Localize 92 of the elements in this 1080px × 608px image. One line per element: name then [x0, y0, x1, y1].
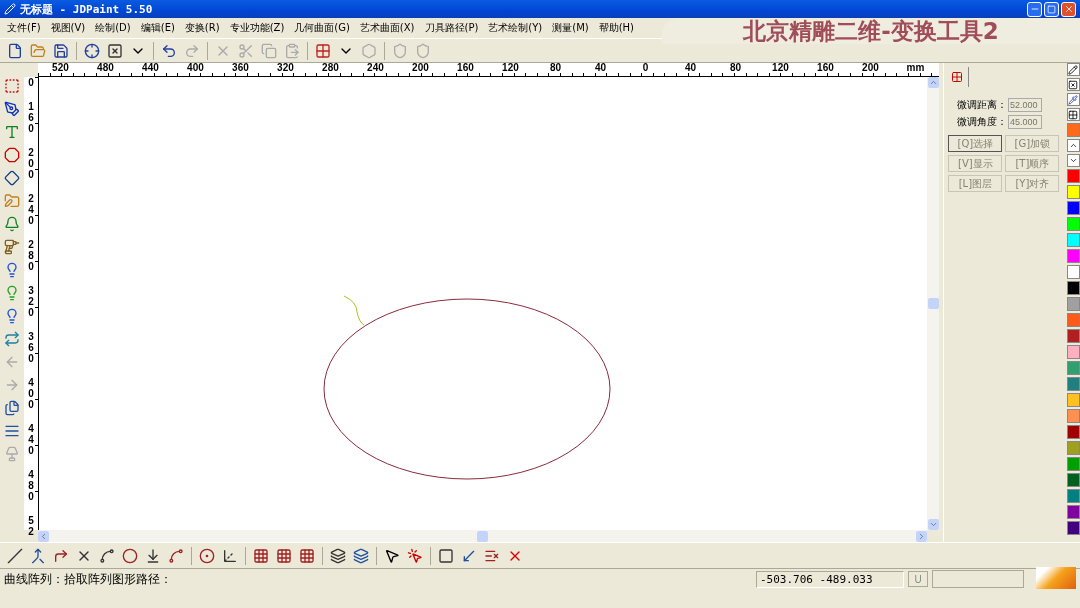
pattern-icon[interactable] — [1066, 108, 1080, 121]
ruler-label: 360 — [231, 63, 250, 75]
app-icon — [4, 3, 16, 15]
color-swatch[interactable] — [1066, 217, 1080, 231]
color-swatch[interactable] — [1066, 281, 1080, 295]
menu-item[interactable]: 专业功能(Z) — [224, 21, 290, 35]
ruler-label: 200 — [27, 147, 35, 182]
eyedropper-icon[interactable] — [1066, 93, 1080, 106]
ruler-label: 240 — [27, 193, 35, 228]
window-title: 无标题 - JDPaint 5.50 — [20, 1, 153, 17]
field-label: 微调角度： — [957, 115, 1008, 129]
color-swatch[interactable] — [1066, 265, 1080, 279]
ruler-label: 120 — [501, 63, 520, 75]
maximize-icon — [1047, 4, 1056, 14]
color-swatch[interactable] — [1066, 201, 1080, 215]
ruler-label: 160 — [456, 63, 475, 75]
color-swatch[interactable] — [1066, 521, 1080, 535]
ruler-label: 320 — [27, 285, 35, 320]
pencil-icon[interactable] — [1066, 63, 1080, 76]
ruler-label: 200 — [411, 63, 430, 75]
ruler-label: 52 — [27, 515, 35, 539]
color-swatch[interactable] — [1066, 441, 1080, 455]
ruler-label: mm — [905, 63, 926, 75]
color-swatch[interactable] — [1066, 169, 1080, 183]
color-swatch[interactable] — [1066, 249, 1080, 263]
coordinates-readout: -503.706 -489.033 — [756, 570, 904, 588]
field-label: 微调距离： — [957, 98, 1008, 112]
scroll-thumb[interactable] — [477, 530, 489, 542]
ruler-label: 400 — [186, 63, 205, 75]
menu-item[interactable]: 测量(M) — [547, 21, 594, 35]
minimize-button[interactable] — [1027, 1, 1042, 17]
menu-item[interactable]: 变换(R) — [179, 21, 225, 35]
ruler-label: 0 — [641, 63, 650, 75]
ruler-label: 440 — [27, 423, 35, 458]
close-icon — [1063, 4, 1074, 14]
ruler-label: 160 — [816, 63, 835, 75]
ruler-label: 40 — [683, 63, 697, 75]
color-swatch[interactable] — [1066, 361, 1080, 375]
color-swatch[interactable] — [1066, 473, 1080, 487]
color-swatch[interactable] — [1066, 489, 1080, 503]
ruler-label: 280 — [27, 239, 35, 274]
status-prompt: 曲线阵列：拾取阵列图形路径： — [4, 570, 173, 588]
menu-item[interactable]: 绘制(D) — [90, 21, 136, 35]
grid-icon — [951, 71, 964, 83]
ruler-label: 400 — [27, 377, 35, 412]
menu-item[interactable]: 编辑(E) — [135, 21, 180, 35]
color-swatch[interactable] — [1066, 329, 1080, 343]
scroll-down-icon[interactable] — [1066, 154, 1080, 167]
maximize-button[interactable] — [1044, 1, 1059, 17]
menu-item[interactable]: 帮助(H) — [593, 21, 640, 35]
menu-item[interactable]: 刀具路径(P) — [419, 21, 484, 35]
color-swatch[interactable] — [1066, 297, 1080, 311]
scroll-thumb[interactable] — [927, 298, 939, 309]
menu-item[interactable]: 艺术绘制(Y) — [483, 21, 548, 35]
ruler-label: 240 — [366, 63, 385, 75]
ruler-label: 120 — [771, 63, 790, 75]
color-swatch[interactable] — [1066, 377, 1080, 391]
menu-item[interactable]: 艺术曲面(X) — [354, 21, 420, 35]
ruler-label: 440 — [141, 63, 160, 75]
ruler-label: 520 — [51, 63, 70, 75]
ruler-label: 480 — [27, 469, 35, 504]
color-swatch[interactable] — [1066, 185, 1080, 199]
vertical-scrollbar[interactable] — [927, 77, 940, 530]
color-swatch[interactable] — [1066, 505, 1080, 519]
ruler-label: 280 — [321, 63, 340, 75]
ruler-label: 80 — [728, 63, 742, 75]
menu-item[interactable]: 视图(V) — [45, 21, 91, 35]
ruler-label: 0 — [27, 77, 35, 90]
color-swatch[interactable] — [1066, 123, 1080, 137]
color-swatch[interactable] — [1066, 457, 1080, 471]
color-swatch[interactable] — [1066, 345, 1080, 359]
menu-item[interactable]: 几何曲面(G) — [289, 21, 355, 35]
color-swatch[interactable] — [1066, 409, 1080, 423]
horizontal-scrollbar[interactable] — [37, 530, 928, 542]
menu-item[interactable]: 文件(F) — [2, 21, 46, 35]
ruler-label: 160 — [27, 101, 35, 136]
curve-path — [343, 295, 365, 326]
ruler-label: 320 — [276, 63, 295, 75]
video-caption: 北京精雕二维-变换工具2 — [662, 18, 1080, 44]
color-swatch[interactable] — [1066, 425, 1080, 439]
crossed-box-icon[interactable] — [1066, 78, 1080, 91]
ruler-label: 80 — [548, 63, 562, 75]
scroll-up-icon[interactable] — [1066, 139, 1080, 152]
ruler-label: 200 — [861, 63, 880, 75]
color-swatch[interactable] — [1066, 393, 1080, 407]
ruler-label: 480 — [96, 63, 115, 75]
color-swatch[interactable] — [1066, 233, 1080, 247]
logo-placeholder — [1036, 567, 1076, 589]
ruler-label: 360 — [27, 331, 35, 366]
color-swatch[interactable] — [1066, 313, 1080, 327]
ruler-label: 40 — [593, 63, 607, 75]
close-button[interactable] — [1061, 1, 1076, 17]
